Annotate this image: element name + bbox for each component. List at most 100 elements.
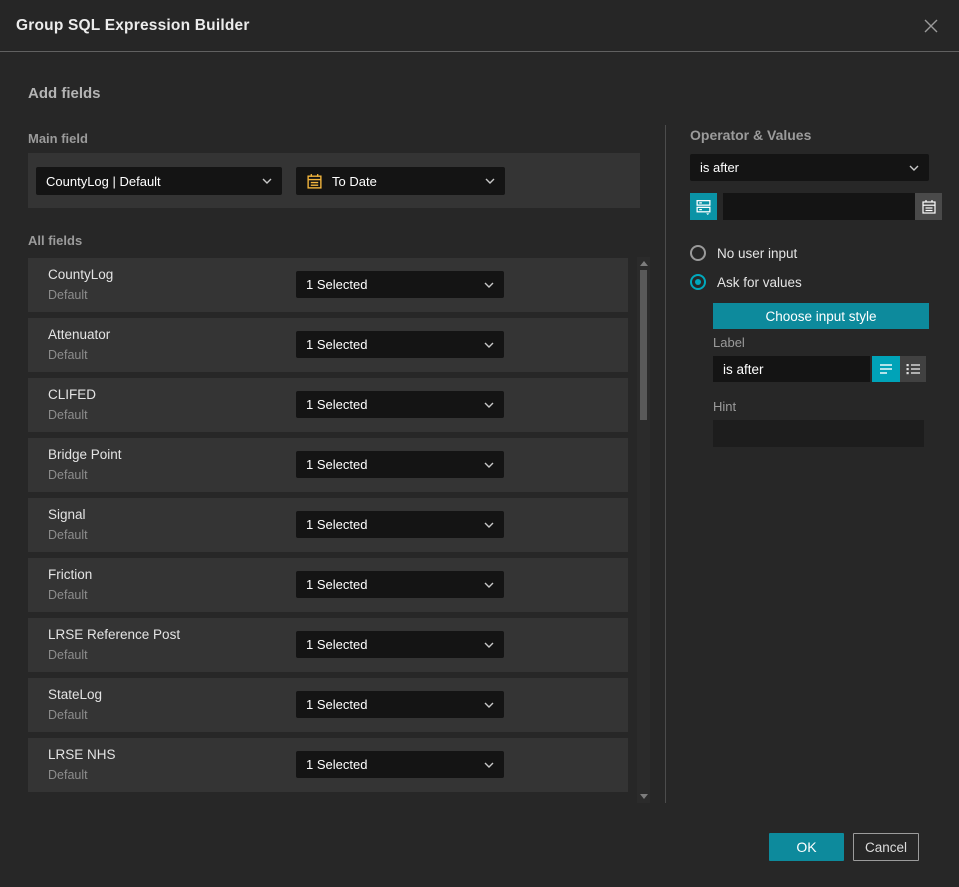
field-subtitle: Default [48, 648, 88, 662]
field-selection-dropdown[interactable]: 1 Selected [296, 571, 504, 598]
date-picker-button[interactable] [915, 193, 942, 220]
chevron-down-icon [484, 642, 494, 648]
main-field-type-value: To Date [332, 173, 377, 189]
field-selection-dropdown[interactable]: 1 Selected [296, 751, 504, 778]
chevron-down-icon [484, 342, 494, 348]
field-selection-value: 1 Selected [306, 337, 368, 352]
field-selection-value: 1 Selected [306, 277, 368, 292]
value-input[interactable] [723, 193, 915, 220]
chevron-down-icon [484, 462, 494, 468]
chevron-down-icon [484, 402, 494, 408]
field-name: Attenuator [48, 327, 111, 342]
chevron-down-icon [484, 582, 494, 588]
field-row: CountyLog Default 1 Selected [28, 258, 628, 312]
bullet-list-icon [906, 364, 920, 375]
field-subtitle: Default [48, 408, 88, 422]
field-row: StateLog Default 1 Selected [28, 678, 628, 732]
field-row: Bridge Point Default 1 Selected [28, 438, 628, 492]
hint-field-label: Hint [713, 399, 737, 414]
scroll-down-arrow-icon[interactable] [639, 794, 648, 799]
field-selection-value: 1 Selected [306, 457, 368, 472]
field-name: Friction [48, 567, 93, 582]
chevron-down-icon [484, 522, 494, 528]
field-row: LRSE NHS Default 1 Selected [28, 738, 628, 792]
field-subtitle: Default [48, 768, 88, 782]
close-icon [924, 19, 938, 32]
field-name: LRSE NHS [48, 747, 116, 762]
list-scrollbar[interactable] [637, 257, 650, 803]
chevron-down-icon [485, 178, 495, 184]
scrollbar-thumb[interactable] [640, 270, 647, 420]
label-input[interactable] [713, 356, 870, 382]
field-selection-dropdown[interactable]: 1 Selected [296, 331, 504, 358]
field-name: LRSE Reference Post [48, 627, 181, 642]
field-selection-dropdown[interactable]: 1 Selected [296, 271, 504, 298]
list-style-button[interactable] [900, 356, 926, 382]
value-input-row [690, 193, 942, 220]
scroll-up-arrow-icon[interactable] [639, 261, 648, 266]
chevron-down-icon [262, 178, 272, 184]
label-field-label: Label [713, 335, 745, 350]
operator-dropdown[interactable]: is after [690, 154, 929, 181]
field-name: StateLog [48, 687, 103, 702]
field-subtitle: Default [48, 528, 88, 542]
field-selection-value: 1 Selected [306, 517, 368, 532]
main-field-value: CountyLog | Default [46, 173, 161, 189]
calendar-icon [921, 199, 936, 214]
hint-input[interactable] [713, 420, 924, 447]
stacked-values-icon [696, 200, 711, 215]
group-sql-expression-builder-dialog: Group SQL Expression Builder Add fields … [0, 0, 959, 887]
add-fields-heading: Add fields [28, 85, 101, 102]
field-selection-value: 1 Selected [306, 397, 368, 412]
chevron-down-icon [484, 702, 494, 708]
title-bar: Group SQL Expression Builder [0, 0, 959, 52]
main-field-label: Main field [28, 131, 88, 146]
field-subtitle: Default [48, 708, 88, 722]
radio-no-user-input[interactable]: No user input [690, 245, 797, 261]
chevron-down-icon [484, 762, 494, 768]
chevron-down-icon [484, 282, 494, 288]
radio-selected-icon [690, 274, 706, 290]
field-name: CLIFED [48, 387, 97, 402]
field-selection-dropdown[interactable]: 1 Selected [296, 691, 504, 718]
field-subtitle: Default [48, 348, 88, 362]
operator-values-heading: Operator & Values [690, 127, 812, 143]
main-field-dropdown[interactable]: CountyLog | Default [36, 167, 282, 195]
field-subtitle: Default [48, 288, 88, 302]
chevron-down-icon [909, 165, 919, 171]
field-subtitle: Default [48, 588, 88, 602]
single-value-style-button[interactable] [872, 356, 900, 382]
field-selection-dropdown[interactable]: 1 Selected [296, 511, 504, 538]
field-row: Signal Default 1 Selected [28, 498, 628, 552]
field-selection-dropdown[interactable]: 1 Selected [296, 391, 504, 418]
field-name: Bridge Point [48, 447, 122, 462]
calendar-icon [306, 173, 323, 190]
field-selection-value: 1 Selected [306, 637, 368, 652]
field-selection-value: 1 Selected [306, 697, 368, 712]
main-field-panel: CountyLog | Default To Date [28, 153, 640, 208]
panel-divider [665, 125, 666, 803]
multiple-values-button[interactable] [690, 193, 717, 220]
field-selection-dropdown[interactable]: 1 Selected [296, 631, 504, 658]
field-selection-value: 1 Selected [306, 577, 368, 592]
field-selection-dropdown[interactable]: 1 Selected [296, 451, 504, 478]
ok-button[interactable]: OK [769, 833, 844, 861]
choose-input-style-button[interactable]: Choose input style [713, 303, 929, 329]
radio-no-user-input-label: No user input [717, 245, 798, 261]
close-button[interactable] [919, 14, 943, 38]
field-selection-value: 1 Selected [306, 757, 368, 772]
field-row: LRSE Reference Post Default 1 Selected [28, 618, 628, 672]
field-row: Attenuator Default 1 Selected [28, 318, 628, 372]
field-subtitle: Default [48, 468, 88, 482]
cancel-button[interactable]: Cancel [853, 833, 919, 861]
field-row: CLIFED Default 1 Selected [28, 378, 628, 432]
operator-value: is after [700, 160, 740, 175]
field-name: Signal [48, 507, 86, 522]
dialog-title: Group SQL Expression Builder [16, 16, 250, 34]
radio-icon [690, 245, 706, 261]
main-field-type-dropdown[interactable]: To Date [296, 167, 505, 195]
radio-ask-for-values-label: Ask for values [717, 274, 802, 290]
all-fields-label: All fields [28, 233, 83, 248]
radio-ask-for-values[interactable]: Ask for values [690, 274, 802, 290]
field-name: CountyLog [48, 267, 114, 282]
